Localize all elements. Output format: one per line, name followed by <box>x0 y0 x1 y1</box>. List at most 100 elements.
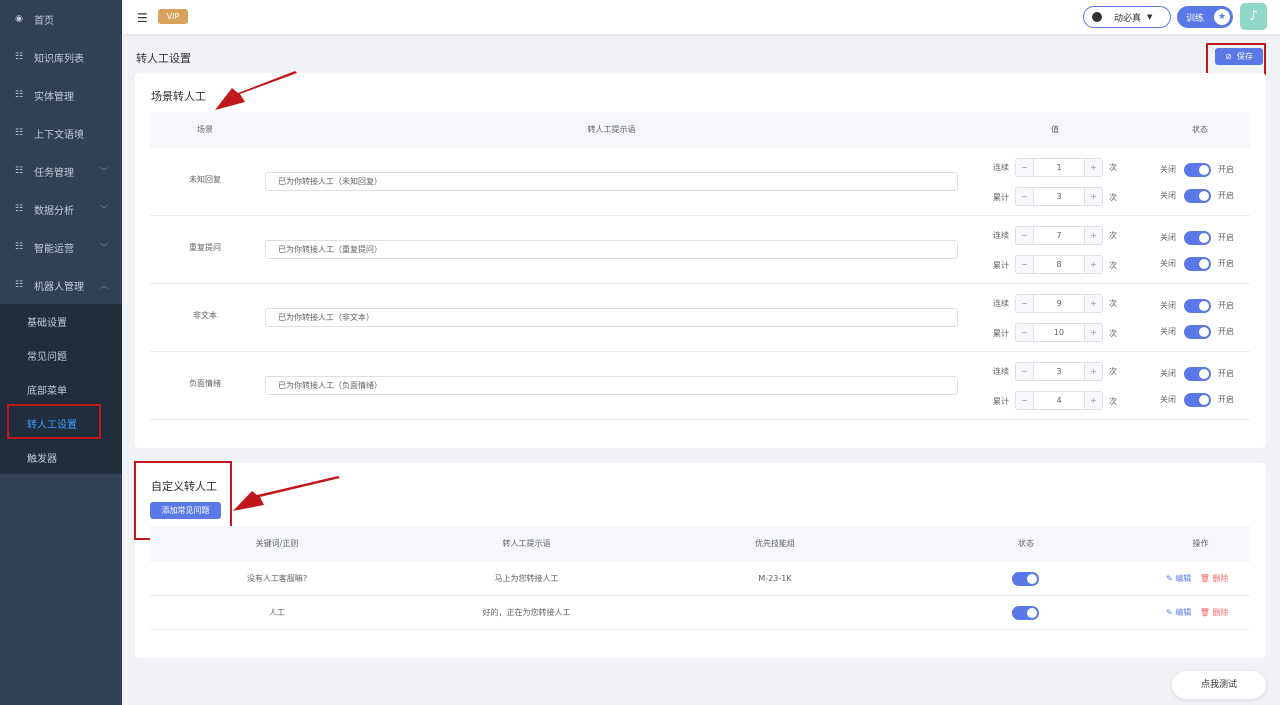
total-stepper[interactable]: − 8 + <box>1015 255 1103 274</box>
prompt-input[interactable]: 已为你转接人工（非文本） <box>265 308 958 327</box>
stepper-value[interactable]: 1 <box>1034 159 1084 176</box>
minus-icon[interactable]: − <box>1016 227 1034 244</box>
list-icon: ☷ <box>14 166 24 176</box>
consecutive-stepper[interactable]: − 9 + <box>1015 294 1103 313</box>
total-label: 累计 <box>993 397 1009 406</box>
consecutive-stepper[interactable]: − 3 + <box>1015 362 1103 381</box>
stepper-value[interactable]: 7 <box>1034 227 1084 244</box>
prompt-input[interactable]: 已为你转接人工（未知回复） <box>265 172 958 191</box>
total-label: 累计 <box>993 329 1009 338</box>
prompt-input[interactable]: 已为你转接人工（负面情绪） <box>265 376 958 395</box>
sidebar-item-context[interactable]: ☷ 上下文语境 <box>0 114 122 152</box>
plus-icon[interactable]: + <box>1084 392 1102 409</box>
unit-label: 次 <box>1109 367 1117 376</box>
row-actions: ✎ 编辑 🗑 删除 <box>1166 562 1229 596</box>
list-icon: ☷ <box>14 90 24 100</box>
status-toggle[interactable] <box>1184 231 1211 245</box>
sidebar-subitem-bottom-menu[interactable]: 底部菜单 <box>0 372 122 406</box>
status-toggle[interactable] <box>1184 393 1211 407</box>
sidebar-item-label: 上下文语境 <box>34 129 84 141</box>
plus-icon[interactable]: + <box>1084 363 1102 380</box>
status-toggle[interactable] <box>1184 163 1211 177</box>
consecutive-stepper[interactable]: − 1 + <box>1015 158 1103 177</box>
plus-icon[interactable]: + <box>1084 295 1102 312</box>
status-toggle[interactable] <box>1184 367 1211 381</box>
minus-icon[interactable]: − <box>1016 392 1034 409</box>
header-prompt: 转人工提示语 <box>587 125 636 134</box>
sidebar-item-home[interactable]: ◉ 首页 <box>0 0 122 38</box>
annotation-box <box>7 404 101 439</box>
plus-icon[interactable]: + <box>1084 324 1102 341</box>
prompt-cell: 好的，正在为您转接人工 <box>482 608 571 617</box>
status-toggle[interactable] <box>1184 299 1211 313</box>
user-dropdown[interactable]: 动必真 ▼ <box>1083 6 1171 28</box>
minus-icon[interactable]: − <box>1016 256 1034 273</box>
sidebar-item-label: 首页 <box>34 15 54 27</box>
app-logo-icon[interactable]: ♪ <box>1240 3 1267 30</box>
custom-table-header: 关键词/正则 转人工提示语 优先技能组 状态 操作 <box>150 526 1250 562</box>
minus-icon[interactable]: − <box>1016 324 1034 341</box>
chevron-down-icon: ﹀ <box>100 242 108 252</box>
edit-icon[interactable]: ✎ <box>1166 608 1173 617</box>
keyword-cell: 人工 <box>269 608 285 617</box>
user-name: 动必真 <box>1114 13 1142 24</box>
status-toggle[interactable] <box>1184 189 1211 203</box>
sidebar: ◉ 首页 ☷ 知识库列表 ☷ 实体管理 ☷ 上下文语境 ☷ 任务管理 ﹀ ☷ 数据分析 ﹀ ☷ 智… <box>0 0 122 705</box>
header-value: 值 <box>1051 125 1059 134</box>
menu-toggle-icon[interactable]: ☰ <box>137 11 148 25</box>
sidebar-item-entity[interactable]: ☷ 实体管理 <box>0 76 122 114</box>
delete-icon[interactable]: 🗑 <box>1200 608 1210 617</box>
minus-icon[interactable]: − <box>1016 363 1034 380</box>
plus-icon[interactable]: + <box>1084 227 1102 244</box>
consecutive-stepper[interactable]: − 7 + <box>1015 226 1103 245</box>
star-icon: ★ <box>1214 9 1230 25</box>
total-stepper[interactable]: − 3 + <box>1015 187 1103 206</box>
edit-button[interactable]: 编辑 <box>1175 574 1191 583</box>
sidebar-subitem-faq[interactable]: 常见问题 <box>0 338 122 372</box>
switch-off-label: 关闭 <box>1160 301 1176 310</box>
stepper-value[interactable]: 4 <box>1034 392 1084 409</box>
total-stepper[interactable]: − 4 + <box>1015 391 1103 410</box>
sidebar-submenu: 基础设置 常见问题 底部菜单 转人工设置 触发器 <box>0 304 122 474</box>
delete-button[interactable]: 删除 <box>1213 574 1229 583</box>
switch-on-label: 开启 <box>1218 301 1234 310</box>
status-toggle[interactable] <box>1012 606 1039 620</box>
minus-icon[interactable]: − <box>1016 188 1034 205</box>
scene-name: 负面情绪 <box>189 379 221 388</box>
edit-button[interactable]: 编辑 <box>1175 608 1191 617</box>
minus-icon[interactable]: − <box>1016 159 1034 176</box>
stepper-value[interactable]: 10 <box>1034 324 1084 341</box>
stepper-value[interactable]: 3 <box>1034 363 1084 380</box>
sidebar-item-analytics[interactable]: ☷ 数据分析 ﹀ <box>0 190 122 228</box>
sidebar-item-operations[interactable]: ☷ 智能运营 ﹀ <box>0 228 122 266</box>
sidebar-subitem-basic[interactable]: 基础设置 <box>0 304 122 338</box>
switch-on-label: 开启 <box>1218 191 1234 200</box>
status-toggle[interactable] <box>1012 572 1039 586</box>
status-toggle[interactable] <box>1184 325 1211 339</box>
switch-off-label: 关闭 <box>1160 369 1176 378</box>
delete-button[interactable]: 删除 <box>1213 608 1229 617</box>
sidebar-item-task[interactable]: ☷ 任务管理 ﹀ <box>0 152 122 190</box>
total-stepper[interactable]: − 10 + <box>1015 323 1103 342</box>
sidebar-item-robot[interactable]: ☷ 机器人管理 ︿ <box>0 266 122 304</box>
plus-icon[interactable]: + <box>1084 256 1102 273</box>
minus-icon[interactable]: − <box>1016 295 1034 312</box>
edit-icon[interactable]: ✎ <box>1166 574 1173 583</box>
status-toggle[interactable] <box>1184 257 1211 271</box>
stepper-value[interactable]: 9 <box>1034 295 1084 312</box>
sidebar-item-knowledge[interactable]: ☷ 知识库列表 <box>0 38 122 76</box>
plus-icon[interactable]: + <box>1084 159 1102 176</box>
switch-off-label: 关闭 <box>1160 165 1176 174</box>
top-bar: ☰ VIP 动必真 ▼ 训练 ★ ♪ <box>122 0 1280 34</box>
delete-icon[interactable]: 🗑 <box>1200 574 1210 583</box>
stepper-value[interactable]: 8 <box>1034 256 1084 273</box>
test-button[interactable]: 点我测试 <box>1172 671 1266 699</box>
train-button[interactable]: 训练 ★ <box>1177 6 1233 28</box>
sidebar-subitem-trigger[interactable]: 触发器 <box>0 440 122 474</box>
group-cell <box>649 596 901 630</box>
list-icon: ☷ <box>14 280 24 290</box>
scene-name: 重复提问 <box>189 243 221 252</box>
stepper-value[interactable]: 3 <box>1034 188 1084 205</box>
prompt-input[interactable]: 已为你转接人工（重复提问） <box>265 240 958 259</box>
plus-icon[interactable]: + <box>1084 188 1102 205</box>
